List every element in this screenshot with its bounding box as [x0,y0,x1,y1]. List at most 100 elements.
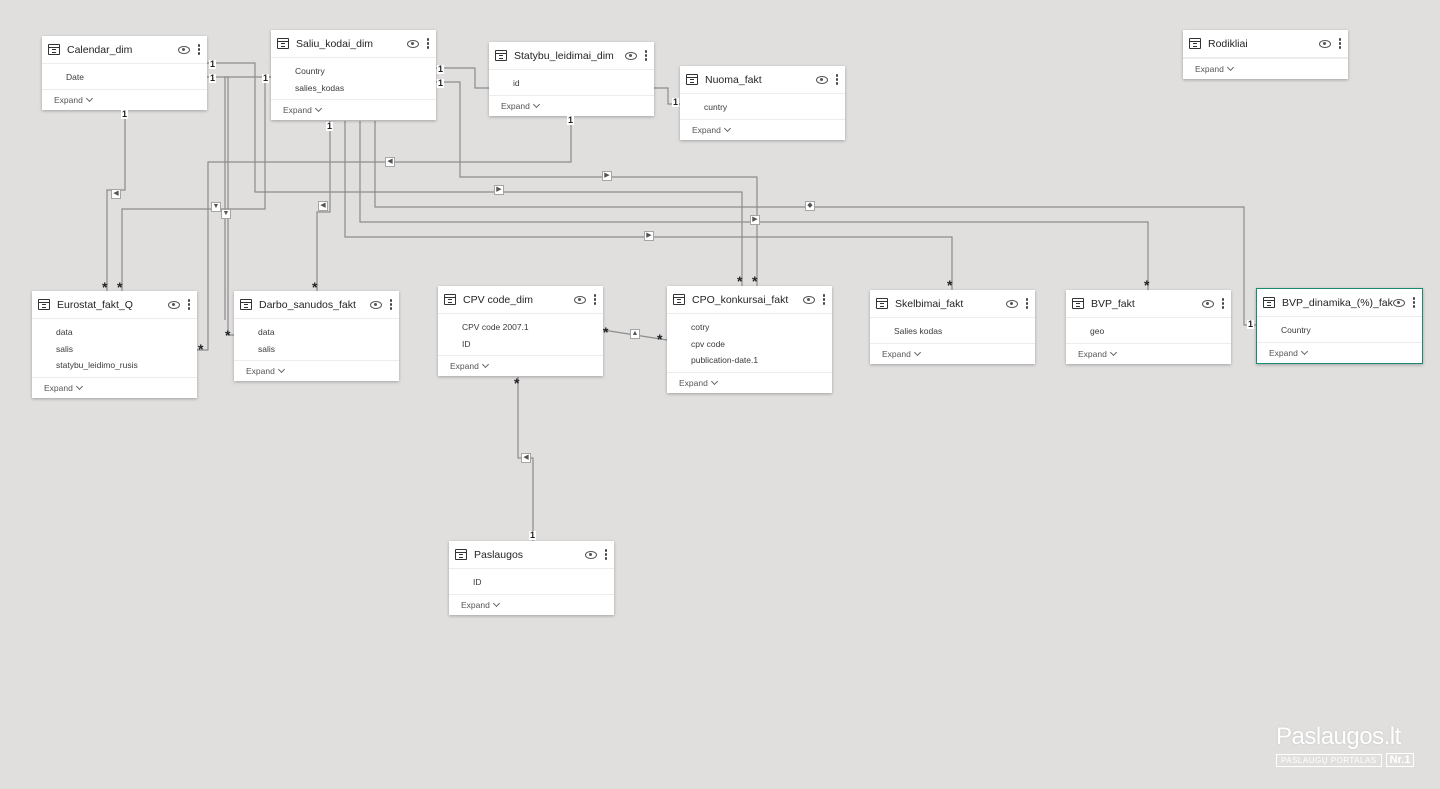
more-options-icon[interactable] [1025,298,1029,309]
filter-direction-arrow[interactable]: ▶ [494,185,504,195]
more-options-icon[interactable] [187,299,191,310]
field-id[interactable]: ID [449,574,614,591]
filter-direction-arrow[interactable]: ▶ [750,215,760,225]
expand-button[interactable]: Expand [1183,58,1348,79]
expand-button[interactable]: Expand [438,355,603,376]
expand-button[interactable]: Expand [1066,342,1231,364]
more-options-icon[interactable] [197,44,201,55]
expand-button[interactable]: Expand [32,376,197,398]
filter-direction-arrow[interactable]: ◀ [521,453,531,463]
expand-button[interactable]: Expand [449,593,614,615]
more-options-icon[interactable] [1412,297,1416,308]
filter-direction-arrow[interactable]: ◀ [385,157,395,167]
field-salis[interactable]: salis [32,341,197,358]
table-card-bvp-fakt[interactable]: BVP_fakt geo Expand [1066,290,1231,364]
more-options-icon[interactable] [389,299,393,310]
eye-icon[interactable] [816,75,828,84]
field-country[interactable]: Country [1257,322,1422,339]
field-geo[interactable]: geo [1066,323,1231,340]
eye-icon[interactable] [1006,299,1018,308]
chevron-down-icon [1226,63,1234,72]
cardinality-one: 1 [121,109,129,119]
more-options-icon[interactable] [593,294,597,305]
more-options-icon[interactable] [426,38,430,49]
table-icon [1072,298,1084,309]
more-options-icon[interactable] [1338,38,1342,49]
eye-icon[interactable] [1202,299,1214,308]
table-card-cpo-konkursai-fakt[interactable]: CPO_konkursai_fakt cotry cpv code publicat… [667,286,832,393]
table-icon [495,50,507,61]
chevron-down-icon [710,377,718,385]
field-cuntry[interactable]: cuntry [680,99,845,116]
expand-button[interactable]: Expand [489,94,654,116]
eye-icon[interactable] [370,300,382,309]
table-title: CPO_konkursai_fakt [692,293,789,306]
more-options-icon[interactable] [644,50,648,61]
field-cpv-code-2007-1[interactable]: CPV code 2007.1 [438,319,603,336]
more-options-icon[interactable] [822,294,826,305]
field-salies-kodas[interactable]: salies_kodas [271,80,436,97]
chevron-down-icon [75,382,83,390]
field-country[interactable]: Country [271,63,436,80]
chevron-down-icon [1109,348,1117,356]
filter-direction-arrow[interactable]: ▼ [221,209,231,219]
field-publication-date-1[interactable]: publication-date.1 [667,352,832,369]
relationship-line[interactable] [344,121,953,290]
field-data[interactable]: data [32,324,197,341]
model-canvas[interactable]: Calendar_dim Date Expand Saliu_kodai_dim… [0,0,1440,789]
filter-direction-arrow[interactable]: ▲ [630,329,640,339]
eye-icon[interactable] [803,295,815,304]
cardinality-many: * [1144,277,1150,293]
eye-icon[interactable] [625,51,637,60]
expand-button[interactable]: Expand [680,118,845,140]
expand-button[interactable]: Expand [667,371,832,393]
expand-button[interactable]: Expand [42,88,207,110]
relationship-line[interactable] [359,121,1149,290]
filter-direction-arrow[interactable]: ◀ [318,201,328,211]
table-card-saliu-kodai-dim[interactable]: Saliu_kodai_dim Country salies_kodas Expa… [271,30,436,120]
expand-button[interactable]: Expand [870,342,1035,364]
table-card-calendar-dim[interactable]: Calendar_dim Date Expand [42,36,207,110]
table-card-eurostat-fakt-q[interactable]: Eurostat_fakt_Q data salis statybu_leidimo… [32,291,197,398]
table-card-nuoma-fakt[interactable]: Nuoma_fakt cuntry Expand [680,66,845,140]
eye-icon[interactable] [585,550,597,559]
field-date[interactable]: Date [42,69,207,86]
field-statybu-leidimo-rusis[interactable]: statybu_leidimo_rusis [32,357,197,374]
watermark-title: Paslaugos.lt [1276,723,1401,750]
field-cotry[interactable]: cotry [667,319,832,336]
table-card-rodikliai[interactable]: Rodikliai Expand [1183,30,1348,79]
cardinality-many: * [514,375,520,391]
expand-button[interactable]: Expand [271,99,436,120]
field-id[interactable]: id [489,75,654,92]
table-card-paslaugos[interactable]: Paslaugos ID Expand [449,541,614,615]
table-card-skelbimai-fakt[interactable]: Skelbimai_fakt Salies kodas Expand [870,290,1035,364]
field-salis[interactable]: salis [234,341,399,358]
field-salies-kodas[interactable]: Salies kodas [870,323,1035,340]
eye-icon[interactable] [178,45,190,54]
eye-icon[interactable] [1393,298,1405,307]
more-options-icon[interactable] [1221,298,1225,309]
table-icon [38,299,50,310]
eye-icon[interactable] [1319,39,1331,48]
eye-icon[interactable] [574,295,586,304]
filter-direction-arrow[interactable]: ◆ [805,201,815,211]
relationship-line[interactable] [224,76,271,320]
eye-icon[interactable] [407,39,419,48]
more-options-icon[interactable] [604,549,608,560]
filter-direction-arrow[interactable]: ▶ [644,231,654,241]
filter-direction-arrow[interactable]: ▼ [211,202,221,212]
field-data[interactable]: data [234,324,399,341]
table-card-bvp-dinamika-fakt[interactable]: BVP_dinamika_(%)_fakt Country Expand [1256,288,1423,364]
expand-button[interactable]: Expand [1257,341,1422,363]
field-cpv-code[interactable]: cpv code [667,336,832,353]
eye-icon[interactable] [168,300,180,309]
expand-button[interactable]: Expand [234,360,399,381]
filter-direction-arrow[interactable]: ▶ [602,171,612,181]
table-card-statybu-leidimai-dim[interactable]: Statybu_leidimai_dim id Expand [489,42,654,116]
filter-direction-arrow[interactable]: ◀ [111,189,121,199]
relationship-line[interactable] [106,110,126,291]
table-card-cpv-code-dim[interactable]: CPV code_dim CPV code 2007.1 ID Expand [438,286,603,376]
more-options-icon[interactable] [835,74,839,85]
table-card-darbo-sanudos-fakt[interactable]: Darbo_sanudos_fakt data salis Expand [234,291,399,381]
field-id[interactable]: ID [438,336,603,353]
